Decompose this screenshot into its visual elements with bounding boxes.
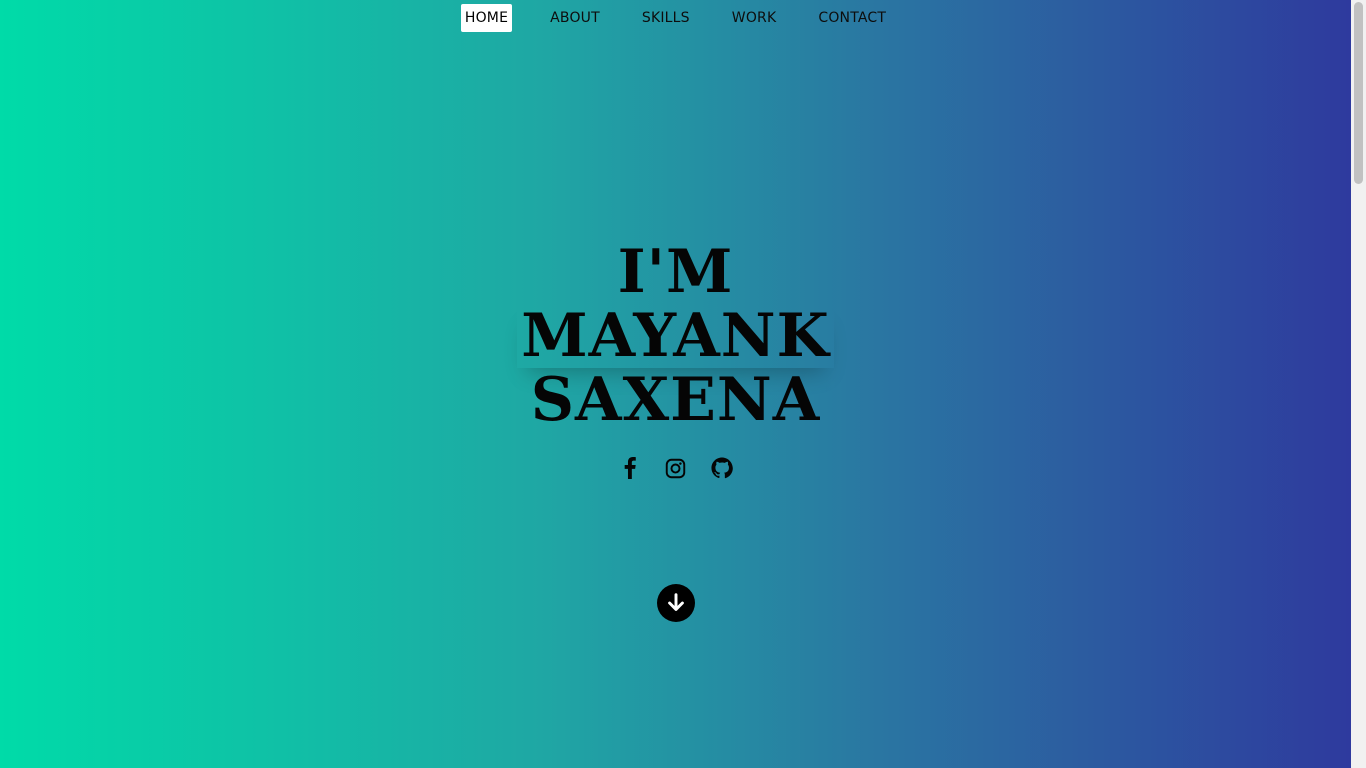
- hero: I'M MAYANK SAXENA: [0, 240, 1351, 432]
- instagram-icon[interactable]: [664, 456, 688, 480]
- nav-work[interactable]: WORK: [728, 4, 781, 32]
- page-scrollbar[interactable]: [1351, 0, 1366, 768]
- main-nav: HOME ABOUT SKILLS WORK CONTACT: [0, 4, 1351, 32]
- page-background: HOME ABOUT SKILLS WORK CONTACT I'M MAYAN…: [0, 0, 1351, 768]
- nav-contact[interactable]: CONTACT: [814, 4, 890, 32]
- hero-line-1: I'M: [617, 237, 734, 307]
- scroll-down-button[interactable]: [657, 584, 695, 622]
- facebook-icon[interactable]: [618, 456, 642, 480]
- nav-about[interactable]: ABOUT: [546, 4, 604, 32]
- nav-home[interactable]: HOME: [460, 4, 513, 32]
- scrollbar-thumb[interactable]: [1354, 2, 1363, 184]
- hero-title: I'M MAYANK SAXENA: [0, 240, 1351, 432]
- nav-skills[interactable]: SKILLS: [638, 4, 694, 32]
- github-icon[interactable]: [710, 456, 734, 480]
- hero-line-3: SAXENA: [530, 365, 821, 435]
- hero-line-2: MAYANK: [517, 304, 834, 368]
- arrow-down-icon: [668, 593, 684, 611]
- social-links: [0, 456, 1351, 480]
